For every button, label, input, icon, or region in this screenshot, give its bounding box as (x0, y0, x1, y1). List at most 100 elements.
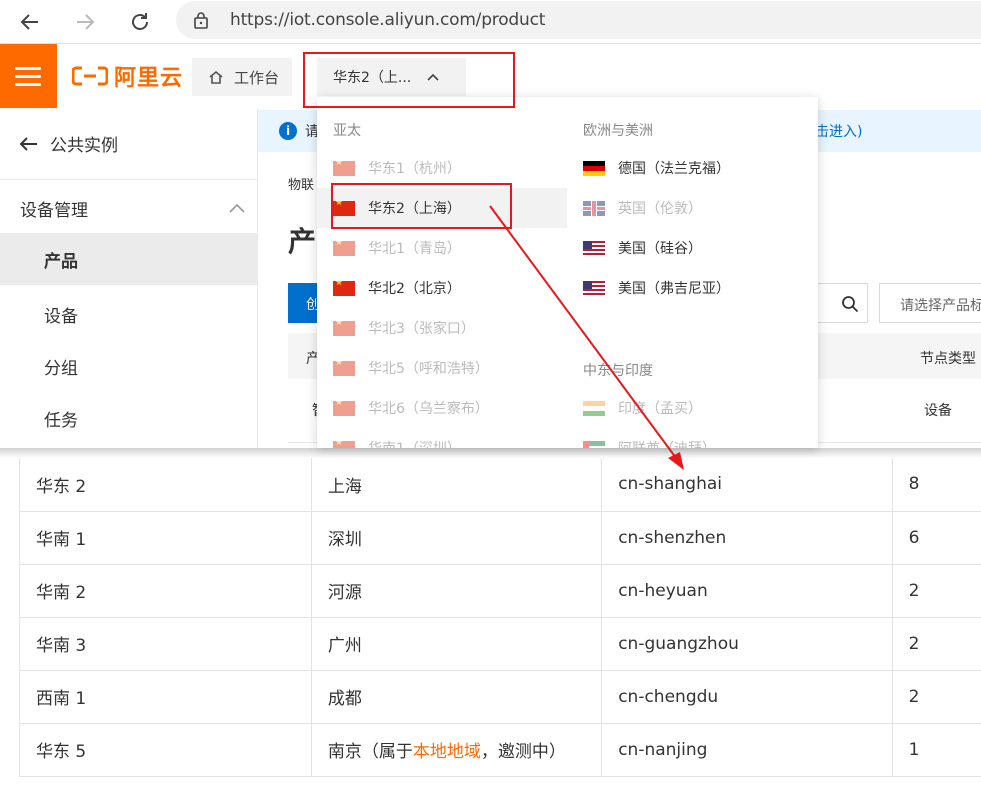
region-option-label: 华东1（杭州） (368, 161, 461, 177)
region-selector-highlight (303, 52, 515, 108)
sidebar-item-device[interactable]: 设备 (0, 288, 258, 340)
region-name-cell: 华南 1 (19, 510, 312, 565)
sidebar-item-group[interactable]: 分组 (0, 340, 258, 392)
notice-link[interactable]: 击进入) (815, 121, 862, 141)
flag-cn-icon (333, 240, 355, 256)
group-title-europe-america: 欧洲与美洲 (583, 123, 653, 139)
region-option[interactable]: 华北2（北京） (317, 268, 567, 308)
aliyun-logo[interactable]: 阿里云 (72, 62, 183, 91)
home-icon (209, 70, 223, 84)
table-row: 华南 2 河源 cn-heyuan 2 (19, 563, 981, 618)
flag-in-icon (583, 400, 605, 416)
hamburger-icon (15, 83, 41, 86)
zone-count-cell: 2 (891, 563, 981, 618)
flag-de-icon (583, 160, 605, 176)
arrow-right-icon (77, 14, 95, 30)
sidebar-item-label: 设备 (44, 306, 78, 327)
region-name-cell: 华东 5 (19, 722, 312, 777)
shanghai-item-highlight (331, 183, 512, 229)
flag-cn-icon (333, 320, 355, 336)
sidebar-item-label: 任务 (44, 410, 78, 431)
region-option-label: 华北3（张家口） (368, 321, 475, 337)
table-row: 华东 5 南京（属于本地地域，邀测中） cn-nanjing 1 (19, 722, 981, 777)
lock-icon (194, 12, 208, 29)
region-option-label: 英国（伦敦） (618, 201, 702, 217)
region-id-cell: cn-shenzhen (601, 510, 893, 565)
region-option-label: 印度（孟买） (618, 401, 702, 417)
flag-uk-icon (583, 200, 605, 216)
table-row: 华南 3 广州 cn-guangzhou 2 (19, 616, 981, 671)
sidebar-section-device-management[interactable]: 设备管理 (0, 184, 258, 232)
region-option: 华南1（深圳） (317, 428, 567, 448)
workbench-label: 工作台 (234, 68, 280, 87)
arrow-left-icon (20, 136, 37, 151)
zone-count-cell: 8 (891, 458, 981, 512)
reload-button[interactable] (124, 6, 156, 38)
forward-button[interactable] (69, 6, 101, 38)
region-option: 华北3（张家口） (317, 308, 567, 348)
page-title: 产 (288, 225, 317, 258)
city-cell: 广州 (310, 616, 603, 671)
table-row: 华南 1 深圳 cn-shenzhen 6 (19, 510, 981, 565)
region-id-cell: cn-chengdu (601, 669, 893, 724)
back-button[interactable] (14, 6, 46, 38)
region-option[interactable]: 德国（法兰克福） (567, 148, 818, 188)
flag-cn-icon (333, 160, 355, 176)
region-option: 英国（伦敦） (567, 188, 818, 228)
city-text: 南京（属于 (327, 742, 413, 762)
region-id-cell: cn-shanghai (601, 458, 893, 512)
region-option: 印度（孟买） (567, 388, 818, 428)
city-text: 成都 (327, 689, 362, 709)
zone-count-cell: 6 (891, 510, 981, 565)
city-cell: 河源 (310, 563, 603, 618)
region-option-label: 华北2（北京） (368, 281, 461, 297)
region-option-label: 华北5（呼和浩特） (368, 361, 489, 377)
breadcrumb[interactable]: 物联 (288, 174, 314, 193)
region-dropdown: 亚太 欧洲与美洲 中东与印度 华东1（杭州）华东2（上海）华北1（青岛）华北2（… (317, 97, 818, 448)
region-id-cell: cn-guangzhou (601, 616, 893, 671)
flag-us-icon (583, 240, 605, 256)
region-option: 华东1（杭州） (317, 148, 567, 188)
public-instance-label: 公共实例 (50, 136, 118, 156)
sidebar-item-product[interactable]: 产品 (0, 233, 258, 285)
region-name-cell: 华南 2 (19, 563, 312, 618)
region-option[interactable]: 美国（硅谷） (567, 228, 818, 268)
city-cell: 成都 (310, 669, 603, 724)
region-option-label: 华南1（深圳） (368, 438, 461, 448)
sidebar-item-label: 分组 (44, 358, 78, 379)
info-icon: i (279, 122, 297, 140)
section-label: 设备管理 (20, 200, 88, 221)
table-row: 西南 1 成都 cn-chengdu 2 (19, 669, 981, 724)
region-option[interactable]: 美国（弗吉尼亚） (567, 268, 818, 308)
hamburger-menu-button[interactable] (0, 44, 57, 108)
flag-cn-icon (333, 400, 355, 416)
region-name-cell: 西南 1 (19, 669, 312, 724)
region-option-label: 美国（弗吉尼亚） (618, 281, 730, 297)
zone-count-cell: 2 (891, 669, 981, 724)
city-text: 广州 (327, 636, 362, 656)
sidebar-item-label: 产品 (44, 251, 78, 272)
local-region-link[interactable]: 本地地域 (413, 742, 481, 762)
flag-us-icon (583, 280, 605, 296)
workbench-button[interactable]: 工作台 (192, 58, 292, 96)
zone-count-cell: 2 (891, 616, 981, 671)
region-id-cell: cn-nanjing (601, 722, 893, 777)
sidebar-item-task[interactable]: 任务 (0, 392, 258, 444)
product-tag-select[interactable]: 请选择产品标 (879, 283, 981, 323)
flag-ae-icon (583, 440, 605, 448)
back-to-public-instance[interactable]: 公共实例 (0, 108, 258, 180)
zone-count-cell: 1 (891, 722, 981, 777)
group-title-asia-pacific: 亚太 (333, 123, 361, 139)
region-option-label: 德国（法兰克福） (618, 161, 730, 177)
city-cell: 深圳 (310, 510, 603, 565)
city-cell: 南京（属于本地地域，邀测中） (310, 722, 603, 777)
region-option-label: 华北6（乌兰察布） (368, 401, 489, 417)
region-option-label: 美国（硅谷） (618, 241, 702, 257)
region-name-cell: 华南 3 (19, 616, 312, 671)
arrow-left-icon (20, 14, 38, 30)
city-text: 上海 (327, 476, 362, 497)
hamburger-icon (15, 75, 41, 78)
address-bar[interactable]: https://iot.console.aliyun.com/product (176, 1, 981, 39)
region-option: 阿联酋（迪拜） (567, 428, 818, 448)
city-text: 河源 (327, 583, 362, 603)
